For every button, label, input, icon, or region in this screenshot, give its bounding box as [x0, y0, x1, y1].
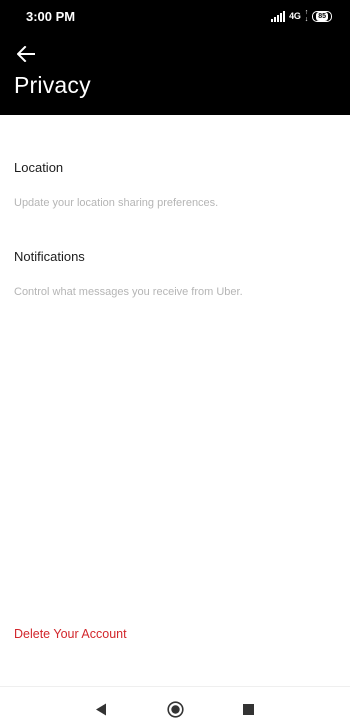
delete-account-link[interactable]: Delete Your Account — [14, 627, 127, 641]
location-title: Location — [14, 160, 64, 175]
circle-home-icon — [166, 700, 184, 718]
notifications-title: Notifications — [14, 249, 85, 264]
status-indicators: 4G ↑ ↓ 85 — [271, 9, 332, 23]
location-item[interactable]: Location Update your location sharing pr… — [14, 160, 336, 209]
triangle-back-icon — [96, 703, 106, 715]
battery-icon: 85 — [312, 10, 332, 22]
arrow-left-icon — [17, 46, 35, 62]
header: Privacy — [0, 34, 350, 115]
network-label: 4G — [289, 11, 301, 21]
battery-level: 85 — [316, 11, 328, 21]
status-time: 3:00 PM — [26, 9, 76, 24]
notifications-item[interactable]: Notifications Control what messages you … — [14, 249, 336, 298]
nav-back-button[interactable] — [89, 699, 113, 719]
nav-home-button[interactable] — [163, 699, 187, 719]
data-arrows-icon: ↑ ↓ — [304, 9, 309, 23]
location-description: Update your location sharing preferences… — [14, 197, 219, 209]
status-bar: 3:00 PM 4G ↑ ↓ 85 — [0, 0, 350, 34]
navigation-bar — [0, 686, 350, 728]
nav-recents-button[interactable] — [236, 699, 260, 719]
square-recents-icon — [242, 703, 254, 715]
signal-icon — [271, 10, 286, 22]
page-title: Privacy — [14, 72, 91, 98]
back-button[interactable] — [12, 42, 40, 66]
notifications-description: Control what messages you receive from U… — [14, 286, 243, 298]
